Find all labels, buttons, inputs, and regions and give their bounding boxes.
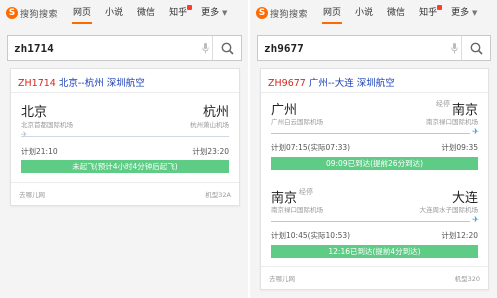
flight-card: ZH9677 广州--大连 深圳航空 广州 经停 南京 广州白云国际机场 南京禄口… xyxy=(260,68,489,290)
microphone-icon[interactable] xyxy=(198,36,212,60)
search-input[interactable] xyxy=(258,40,447,56)
flight-route: 广州--大连 xyxy=(308,78,354,89)
leg2-arrival-time: 计划12:20 xyxy=(441,231,478,240)
leg2-departure-airport: 南京禄口国际机场 xyxy=(271,206,323,214)
aircraft-type: 机型320 xyxy=(454,275,480,283)
left-search-panel: S 搜狗搜索 网页 小说 微信 知乎 更多 ▼ ZH1714 北京--杭州 深圳… xyxy=(0,0,248,298)
progress-line xyxy=(21,136,229,137)
flight-route: 北京--杭州 xyxy=(58,78,104,89)
leg2-progress-line xyxy=(271,221,470,222)
leg1-departure-time: 计划07:15(实际07:33) xyxy=(271,143,351,152)
plane-icon: ✈ xyxy=(21,130,28,139)
departure-time: 计划21:10 xyxy=(21,147,58,156)
leg1-arrival-time: 计划09:35 xyxy=(441,143,478,152)
leg1-arrival-airport: 南京禄口国际机场 xyxy=(426,118,478,126)
tab-more[interactable]: 更多 ▼ xyxy=(444,0,484,26)
tab-more[interactable]: 更多 ▼ xyxy=(194,0,234,26)
tab-web[interactable]: 网页 xyxy=(316,0,348,26)
departure-airport: 北京首都国际机场 xyxy=(21,121,73,129)
tab-wechat[interactable]: 微信 xyxy=(380,0,412,26)
flight-number: ZH9677 xyxy=(268,78,306,89)
search-input[interactable] xyxy=(8,40,198,56)
search-icon xyxy=(470,42,483,55)
sogou-logo[interactable]: S 搜狗搜索 xyxy=(256,7,308,20)
arrival-city: 杭州 xyxy=(202,105,229,120)
stopover-label: 经停 xyxy=(299,188,314,196)
search-button[interactable] xyxy=(461,36,490,60)
tab-zhihu-label: 知乎 xyxy=(169,8,188,18)
sogou-logo-icon: S xyxy=(6,7,18,19)
airline-name: 深圳航空 xyxy=(356,78,395,89)
leg2-arrival-airport: 大连周水子国际机场 xyxy=(419,206,479,214)
leg2-status-bar: 12:16已到达(提前4分到达) xyxy=(271,245,478,258)
leg1-departure-airport: 广州白云国际机场 xyxy=(271,118,323,126)
new-badge xyxy=(437,5,443,10)
data-source[interactable]: 去哪儿网 xyxy=(19,189,45,199)
right-search-panel: S 搜狗搜索 网页 小说 微信 知乎 更多 ▼ ZH9677 广州--大连 深圳… xyxy=(250,0,497,298)
plane-icon: ✈ xyxy=(472,127,479,136)
flight-status-bar: 未起飞(预计4小时4分钟后起飞) xyxy=(21,160,229,173)
tab-zhihu[interactable]: 知乎 xyxy=(412,0,444,26)
data-source[interactable]: 去哪儿网 xyxy=(269,273,295,283)
leg2-departure-time: 计划10:45(实际10:53) xyxy=(271,231,351,240)
top-navbar: S 搜狗搜索 网页 小说 微信 知乎 更多 ▼ xyxy=(0,0,248,26)
flight-title[interactable]: ZH9677 广州--大连 深圳航空 xyxy=(268,75,395,89)
tab-novel[interactable]: 小说 xyxy=(348,0,380,26)
arrival-time: 计划23:20 xyxy=(192,147,229,156)
tab-zhihu-label: 知乎 xyxy=(419,8,438,18)
divider xyxy=(11,92,239,93)
tab-more-label: 更多 xyxy=(451,8,470,18)
logo-text: 搜狗搜索 xyxy=(20,9,59,20)
departure-city: 北京 xyxy=(21,105,48,120)
sogou-logo[interactable]: S 搜狗搜索 xyxy=(6,7,58,20)
arrival-airport: 杭州萧山机场 xyxy=(190,121,229,129)
chevron-down-icon: ▼ xyxy=(221,9,228,17)
divider xyxy=(11,182,239,183)
search-icon xyxy=(221,42,234,55)
aircraft-type: 机型32A xyxy=(205,191,231,199)
search-box xyxy=(257,35,491,61)
airline-name: 深圳航空 xyxy=(106,78,145,89)
top-navbar: S 搜狗搜索 网页 小说 微信 知乎 更多 ▼ xyxy=(250,0,497,26)
tab-zhihu[interactable]: 知乎 xyxy=(162,0,194,26)
tab-wechat[interactable]: 微信 xyxy=(130,0,162,26)
chevron-down-icon: ▼ xyxy=(471,9,478,17)
search-box xyxy=(7,35,242,61)
flight-title[interactable]: ZH1714 北京--杭州 深圳航空 xyxy=(18,75,145,89)
tab-more-label: 更多 xyxy=(201,8,220,18)
leg1-status-bar: 09:09已到达(提前26分到达) xyxy=(271,157,478,170)
leg1-progress-line xyxy=(271,133,470,134)
divider xyxy=(261,92,488,93)
flight-card: ZH1714 北京--杭州 深圳航空 北京 杭州 北京首都国际机场 杭州萧山机场… xyxy=(10,68,240,206)
stopover-label: 经停 xyxy=(435,100,450,108)
sogou-logo-icon: S xyxy=(256,7,268,19)
flight-number: ZH1714 xyxy=(18,78,56,89)
new-badge xyxy=(187,5,193,10)
logo-text: 搜狗搜索 xyxy=(270,9,309,20)
plane-icon: ✈ xyxy=(472,215,479,224)
tab-novel[interactable]: 小说 xyxy=(98,0,130,26)
search-button[interactable] xyxy=(212,36,241,60)
microphone-icon[interactable] xyxy=(447,36,461,60)
tab-web[interactable]: 网页 xyxy=(66,0,98,26)
divider xyxy=(261,266,488,267)
